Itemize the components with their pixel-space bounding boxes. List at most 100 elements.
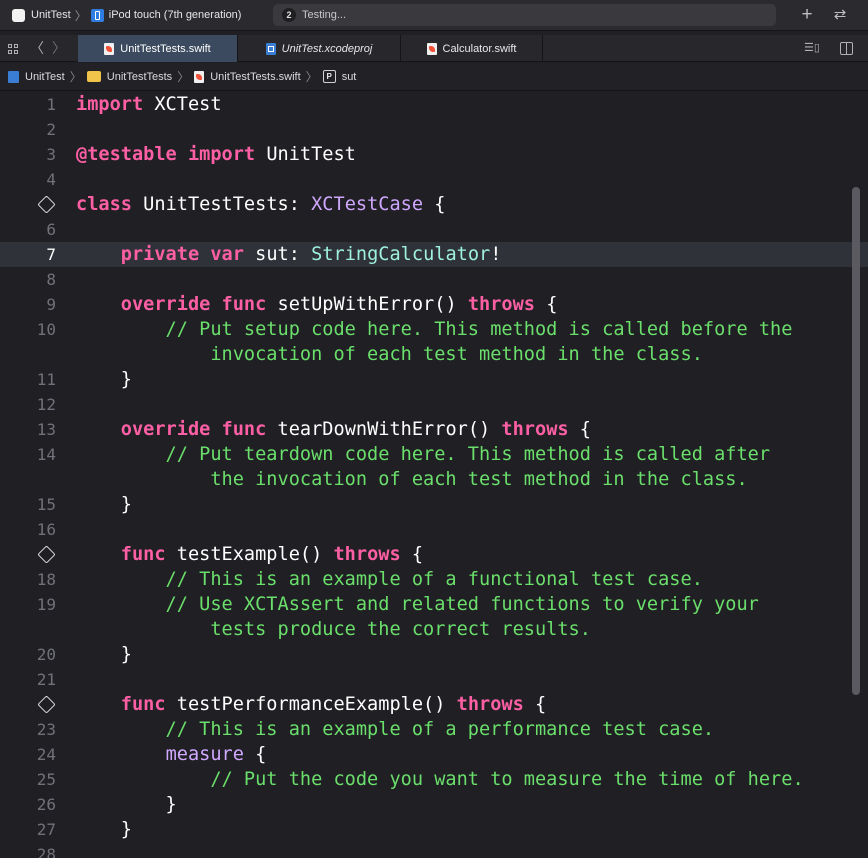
code-line[interactable]: 27 } xyxy=(0,817,868,842)
code-token: { xyxy=(523,694,547,715)
code-line[interactable]: 12 xyxy=(0,392,868,417)
code-line[interactable]: invocation of each test method in the cl… xyxy=(0,342,868,367)
code-text: private var sut: StringCalculator! xyxy=(76,242,502,267)
run-test-diamond-icon[interactable] xyxy=(37,195,56,214)
code-token: var xyxy=(210,244,244,265)
code-line[interactable]: 15 } xyxy=(0,492,868,517)
line-number: 7 xyxy=(46,245,56,264)
code-line[interactable]: 19 // Use XCTAssert and related function… xyxy=(0,592,868,617)
code-text: // Put teardown code here. This method i… xyxy=(76,442,771,467)
code-line[interactable]: 28 xyxy=(0,842,868,858)
line-number: 6 xyxy=(46,220,56,239)
vertical-scrollbar[interactable] xyxy=(852,187,860,695)
code-line[interactable]: 24 measure { xyxy=(0,742,868,767)
line-number: 11 xyxy=(36,370,56,389)
code-line[interactable]: 21 xyxy=(0,667,868,692)
code-token: override xyxy=(120,419,211,440)
code-token: // This is an example of a functional te… xyxy=(76,569,703,590)
scheme-selector[interactable]: UnitTest 〉 iPod touch (7th generation) xyxy=(12,7,241,23)
breadcrumb-label: sut xyxy=(341,70,357,83)
code-line[interactable]: 9 override func setUpWithError() throws … xyxy=(0,292,868,317)
breadcrumb-item-group[interactable]: UnitTestTests xyxy=(86,70,173,83)
folder-icon xyxy=(86,71,101,82)
code-line[interactable]: 10 // Put setup code here. This method i… xyxy=(0,317,868,342)
code-token: { xyxy=(568,419,591,440)
code-text: @testable import UnitTest xyxy=(76,142,356,167)
chevron-right-icon[interactable]: 〉 xyxy=(52,35,66,62)
code-token: throws xyxy=(467,294,535,315)
swift-file-icon xyxy=(426,42,437,55)
code-token: } xyxy=(76,494,132,515)
code-line[interactable]: the invocation of each test method in th… xyxy=(0,467,868,492)
code-token: import xyxy=(187,144,256,165)
code-text: } xyxy=(76,642,132,667)
editor-options-icon[interactable]: ☰▯ xyxy=(804,42,822,55)
code-line[interactable]: func testExample() throws { xyxy=(0,542,868,567)
code-line[interactable]: 2 xyxy=(0,117,868,142)
line-number: 2 xyxy=(46,120,56,139)
swift-file-icon xyxy=(104,42,115,55)
project-icon xyxy=(8,70,19,83)
code-text: // This is an example of a functional te… xyxy=(76,567,703,592)
breadcrumb-label: UnitTestTests xyxy=(106,70,173,83)
tab-label: Calculator.swift xyxy=(442,42,517,55)
code-token: // Use XCTAssert and related functions t… xyxy=(76,594,759,615)
tab-unittest-xcodeproj[interactable]: UnitTest.xcodeproj xyxy=(238,35,401,62)
breadcrumb-item-file[interactable]: UnitTestTests.swift xyxy=(194,70,301,83)
code-line[interactable]: func testPerformanceExample() throws { xyxy=(0,692,868,717)
code-line[interactable]: 18 // This is an example of a functional… xyxy=(0,567,868,592)
code-line[interactable]: 11 } xyxy=(0,367,868,392)
line-number: 15 xyxy=(36,495,56,514)
related-items-button[interactable] xyxy=(4,35,22,62)
code-token: } xyxy=(76,644,132,665)
code-line[interactable]: 25 // Put the code you want to measure t… xyxy=(0,767,868,792)
tab-unittesttests-swift[interactable]: UnitTestTests.swift xyxy=(78,35,238,62)
run-test-diamond-icon[interactable] xyxy=(37,695,56,714)
code-line[interactable]: 3 @testable import UnitTest xyxy=(0,142,868,167)
code-line[interactable]: tests produce the correct results. xyxy=(0,617,868,642)
code-token: invocation of each test method in the cl… xyxy=(76,344,703,365)
code-line[interactable]: 23 // This is an example of a performanc… xyxy=(0,717,868,742)
code-line[interactable]: 26 } xyxy=(0,792,868,817)
code-line[interactable]: 13 override func tearDownWithError() thr… xyxy=(0,417,868,442)
code-review-button[interactable]: ⇄ xyxy=(829,4,851,26)
breadcrumb-item-project[interactable]: UnitTest xyxy=(8,70,65,83)
code-line[interactable]: 1 import XCTest xyxy=(0,92,868,117)
code-line[interactable]: 16 xyxy=(0,517,868,542)
code-line[interactable]: 8 xyxy=(0,267,868,292)
code-token: // Put teardown code here. This method i… xyxy=(76,444,771,465)
line-number: 8 xyxy=(46,270,56,289)
code-text: } xyxy=(76,817,132,842)
line-number: 27 xyxy=(36,820,56,839)
code-token: throws xyxy=(333,544,401,565)
code-token: XCTest xyxy=(143,94,222,115)
code-token: class xyxy=(76,194,132,215)
chevron-left-icon[interactable]: 〈 xyxy=(30,35,44,62)
editor-tab-bar: 〈 〉 UnitTestTests.swift UnitTest.xcodepr… xyxy=(0,35,868,62)
tab-calculator-swift[interactable]: Calculator.swift xyxy=(401,35,543,62)
code-text: func testPerformanceExample() throws { xyxy=(76,692,546,717)
line-number: 9 xyxy=(46,295,56,314)
run-test-diamond-icon[interactable] xyxy=(37,545,56,564)
code-line[interactable]: class UnitTestTests: XCTestCase { xyxy=(0,192,868,217)
code-line[interactable]: 14 // Put teardown code here. This metho… xyxy=(0,442,868,467)
activity-status-text: Testing... xyxy=(302,9,347,21)
code-line[interactable]: 7 private var sut: StringCalculator! xyxy=(0,242,868,267)
code-token: measure xyxy=(165,744,244,765)
breadcrumb-item-symbol[interactable]: P sut xyxy=(322,70,357,83)
line-number: 25 xyxy=(36,770,56,789)
code-token: UnitTest xyxy=(255,144,356,165)
code-token: throws xyxy=(456,694,524,715)
split-editor-icon[interactable] xyxy=(840,42,853,55)
line-number: 26 xyxy=(36,795,56,814)
code-line[interactable]: 20 } xyxy=(0,642,868,667)
source-editor[interactable]: 28 27 } 26 } 25 // Put the code you want to… xyxy=(0,92,868,858)
code-line[interactable]: 6 xyxy=(0,217,868,242)
add-library-button[interactable]: + xyxy=(798,4,816,26)
code-line[interactable]: 4 xyxy=(0,167,868,192)
activity-viewer[interactable]: 2 Testing... xyxy=(273,4,776,26)
